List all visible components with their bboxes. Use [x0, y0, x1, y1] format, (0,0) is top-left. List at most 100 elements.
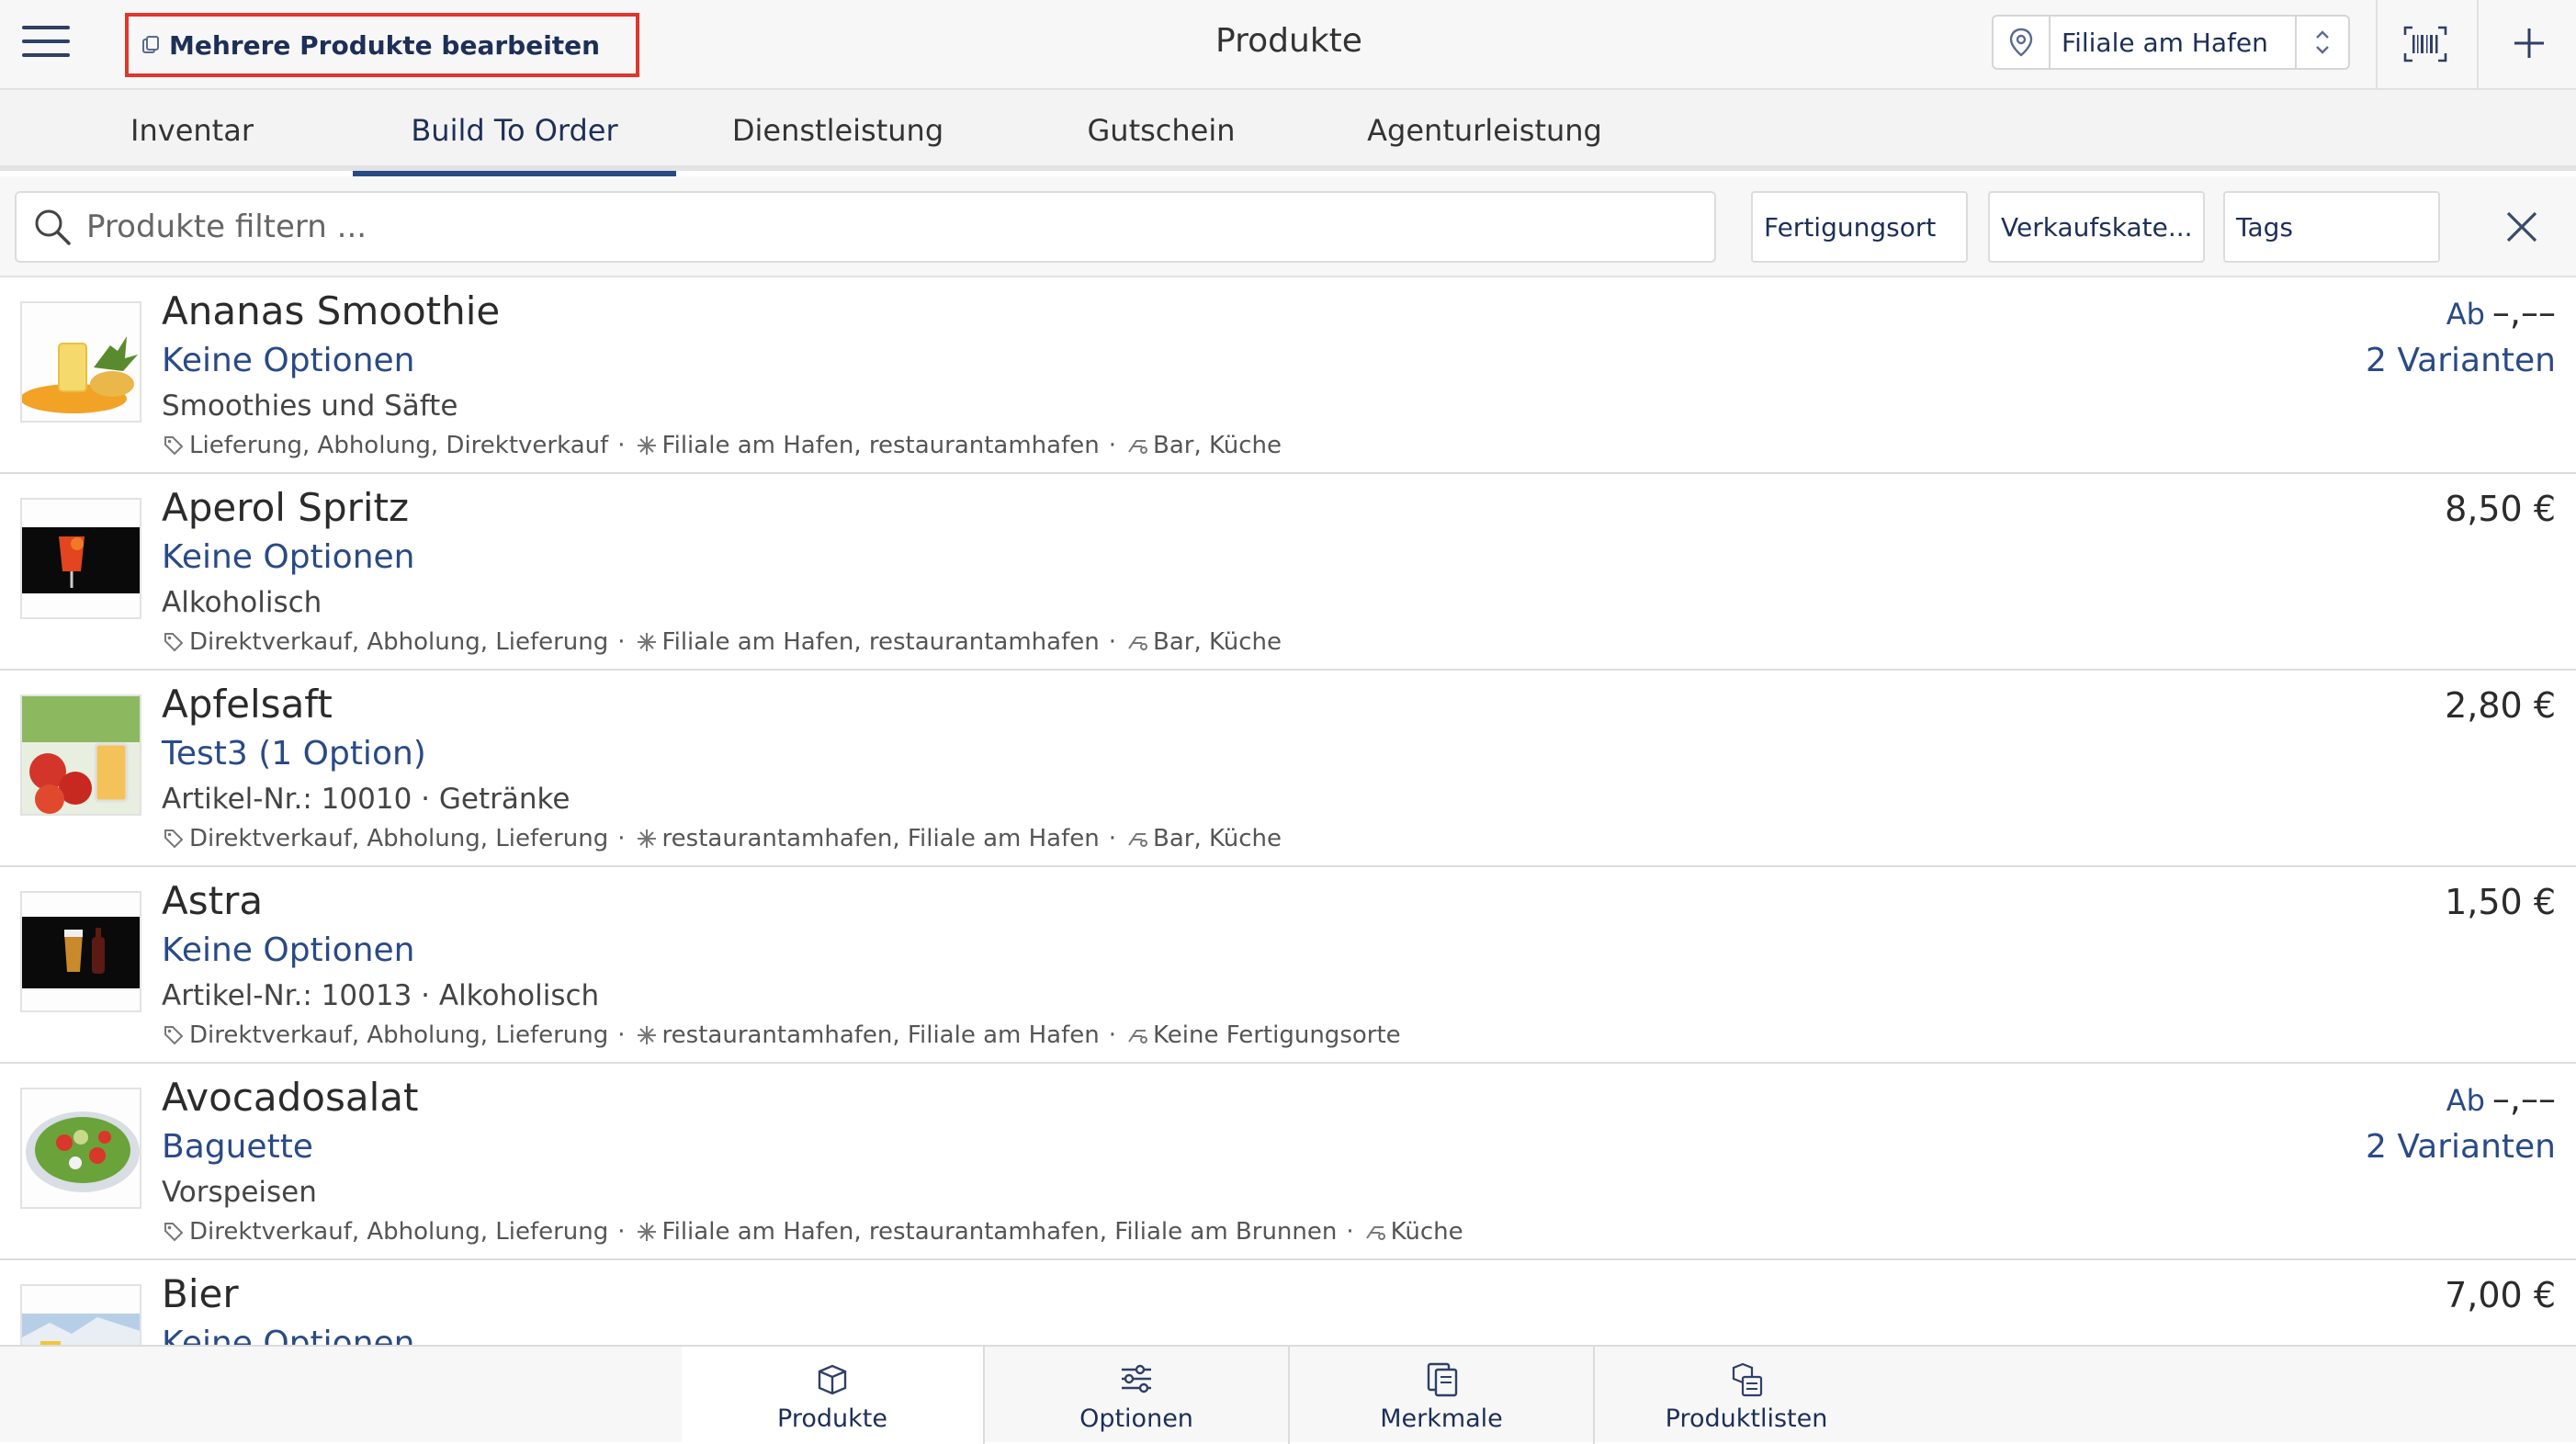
sales-channels: Direktverkauf, Abholung, Lieferung	[189, 628, 609, 656]
add-product-button[interactable]	[2508, 20, 2550, 66]
branches: restaurantamhafen, Filiale am Hafen	[661, 1021, 1100, 1049]
meta-separator: ·	[1108, 825, 1116, 852]
sales-channel-icon	[164, 436, 184, 456]
tab-gutschein[interactable]: Gutschein	[1000, 90, 1323, 171]
search-box	[15, 191, 1716, 263]
product-row[interactable]: Apfelsaft Test3 (1 Option) Artikel-Nr.: …	[0, 671, 2576, 867]
product-name: Avocadosalat	[162, 1075, 419, 1120]
product-category: Smoothies und Säfte	[162, 389, 458, 423]
filter-bar: Fertigungsort Verkaufskate... Tags	[0, 176, 2576, 277]
production-station-icon	[1128, 833, 1147, 847]
bulk-edit-label: Mehrere Produkte bearbeiten	[169, 29, 601, 61]
price-prefix: Ab	[2446, 297, 2485, 332]
production-station-icon	[1128, 637, 1147, 650]
production-stations: Keine Fertigungsorte	[1153, 1021, 1401, 1049]
filter-tags-button[interactable]: Tags	[2223, 191, 2440, 263]
production-stations: Bar, Küche	[1153, 432, 1282, 459]
product-row[interactable]: Avocadosalat Baguette Vorspeisen Direktv…	[0, 1064, 2576, 1260]
sales-channels: Direktverkauf, Abholung, Lieferung	[189, 825, 609, 852]
product-name: Apfelsaft	[162, 682, 333, 727]
meta-separator: ·	[1346, 1218, 1354, 1246]
price-value: –,––	[2491, 292, 2556, 333]
product-category: Vorspeisen	[162, 1176, 317, 1209]
nav-produkte[interactable]: Produkte	[682, 1347, 983, 1444]
nav-optionen[interactable]: Optionen	[985, 1347, 1288, 1444]
meta-separator: ·	[617, 825, 626, 852]
production-station-icon	[1365, 1226, 1385, 1240]
tab-inventar[interactable]: Inventar	[31, 90, 353, 171]
product-row[interactable]: Ananas Smoothie Keine Optionen Smoothies…	[0, 277, 2576, 474]
product-price: 7,00 €	[2445, 1275, 2556, 1315]
bulk-edit-button[interactable]: Mehrere Produkte bearbeiten	[125, 13, 639, 77]
branch-icon	[637, 633, 656, 651]
product-row[interactable]: Bier Keine Optionen 7,00 €	[0, 1260, 2576, 1345]
products-box-icon	[818, 1364, 847, 1394]
product-price: Ab –,––	[2446, 292, 2556, 333]
product-thumbnail	[20, 891, 141, 1012]
product-price: 8,50 €	[2445, 489, 2556, 529]
meta-separator: ·	[1108, 432, 1116, 459]
meta-separator: ·	[617, 432, 626, 459]
tab-dienstleistung[interactable]: Dienstleistung	[676, 90, 1000, 171]
nav-label: Produkte	[777, 1404, 887, 1433]
branch-icon	[637, 829, 656, 848]
chevron-updown-icon[interactable]	[2295, 17, 2348, 68]
sales-channels: Direktverkauf, Abholung, Lieferung	[189, 1021, 609, 1049]
branch-selector[interactable]: Filiale am Hafen	[1992, 15, 2350, 70]
barcode-scan-icon[interactable]	[2403, 26, 2447, 62]
filter-fertigungsort-button[interactable]: Fertigungsort	[1751, 191, 1968, 263]
product-list: Ananas Smoothie Keine Optionen Smoothies…	[0, 277, 2576, 1345]
production-stations: Küche	[1390, 1218, 1463, 1246]
branches: Filiale am Hafen, restaurantamhafen	[661, 628, 1100, 656]
products-stack-icon	[142, 36, 159, 53]
product-row[interactable]: Astra Keine Optionen Artikel-Nr.: 10013 …	[0, 867, 2576, 1064]
meta-separator: ·	[617, 628, 626, 656]
production-station-icon	[1128, 1030, 1147, 1044]
sales-channels: Direktverkauf, Abholung, Lieferung	[189, 1218, 609, 1246]
production-stations: Bar, Küche	[1153, 825, 1282, 852]
product-meta: Direktverkauf, Abholung, Lieferung · res…	[162, 825, 1282, 852]
branch-icon	[637, 436, 656, 455]
filter-verkaufskategorie-button[interactable]: Verkaufskate...	[1988, 191, 2205, 263]
nav-produktlisten[interactable]: Produktlisten	[1595, 1347, 1898, 1444]
production-station-icon	[1128, 440, 1147, 454]
search-input[interactable]	[86, 209, 1648, 245]
nav-label: Optionen	[1079, 1404, 1193, 1433]
bottom-navigation: Produkte Optionen Merkmale Produktlisten	[0, 1345, 2576, 1444]
close-icon[interactable]	[2499, 204, 2545, 250]
tab-build-to-order[interactable]: Build To Order	[353, 90, 676, 176]
tab-agenturleistung[interactable]: Agenturleistung	[1323, 90, 1646, 171]
divider	[2376, 0, 2378, 88]
search-icon	[35, 209, 71, 245]
nav-label: Merkmale	[1380, 1404, 1503, 1433]
branches: Filiale am Hafen, restaurantamhafen	[661, 432, 1100, 459]
product-row[interactable]: Aperol Spritz Keine Optionen Alkoholisch…	[0, 474, 2576, 671]
product-meta: Direktverkauf, Abholung, Lieferung · Fil…	[162, 628, 1282, 656]
product-options: Baguette	[162, 1128, 313, 1166]
product-name: Bier	[162, 1271, 239, 1316]
product-meta: Direktverkauf, Abholung, Lieferung · Fil…	[162, 1218, 1463, 1246]
product-price: 1,50 €	[2445, 882, 2556, 922]
nav-label: Produktlisten	[1665, 1404, 1828, 1433]
product-type-tabs: Inventar Build To Order Dienstleistung G…	[0, 90, 2576, 176]
nav-merkmale[interactable]: Merkmale	[1290, 1347, 1593, 1444]
product-meta: Direktverkauf, Abholung, Lieferung · res…	[162, 1021, 1401, 1049]
product-thumbnail	[20, 1088, 141, 1209]
sales-channels: Lieferung, Abholung, Direktverkauf	[189, 432, 609, 459]
product-options: Test3 (1 Option)	[162, 735, 426, 773]
price-value: –,––	[2491, 1078, 2556, 1119]
sales-channel-icon	[164, 1026, 184, 1045]
price-prefix: Ab	[2446, 1083, 2485, 1118]
hamburger-menu-icon[interactable]	[22, 26, 70, 62]
branches: restaurantamhafen, Filiale am Hafen	[661, 825, 1100, 852]
product-thumbnail	[20, 301, 141, 423]
sales-channel-icon	[164, 1223, 184, 1242]
product-meta: Lieferung, Abholung, Direktverkauf · Fil…	[162, 432, 1282, 459]
meta-separator: ·	[617, 1021, 626, 1049]
product-thumbnail	[20, 694, 141, 816]
product-price: Ab –,––	[2446, 1078, 2556, 1119]
meta-separator: ·	[1108, 1021, 1116, 1049]
top-bar: Mehrere Produkte bearbeiten Produkte Fil…	[0, 0, 2576, 90]
product-category: Artikel-Nr.: 10013 · Alkoholisch	[162, 979, 600, 1012]
product-name: Ananas Smoothie	[162, 288, 501, 333]
